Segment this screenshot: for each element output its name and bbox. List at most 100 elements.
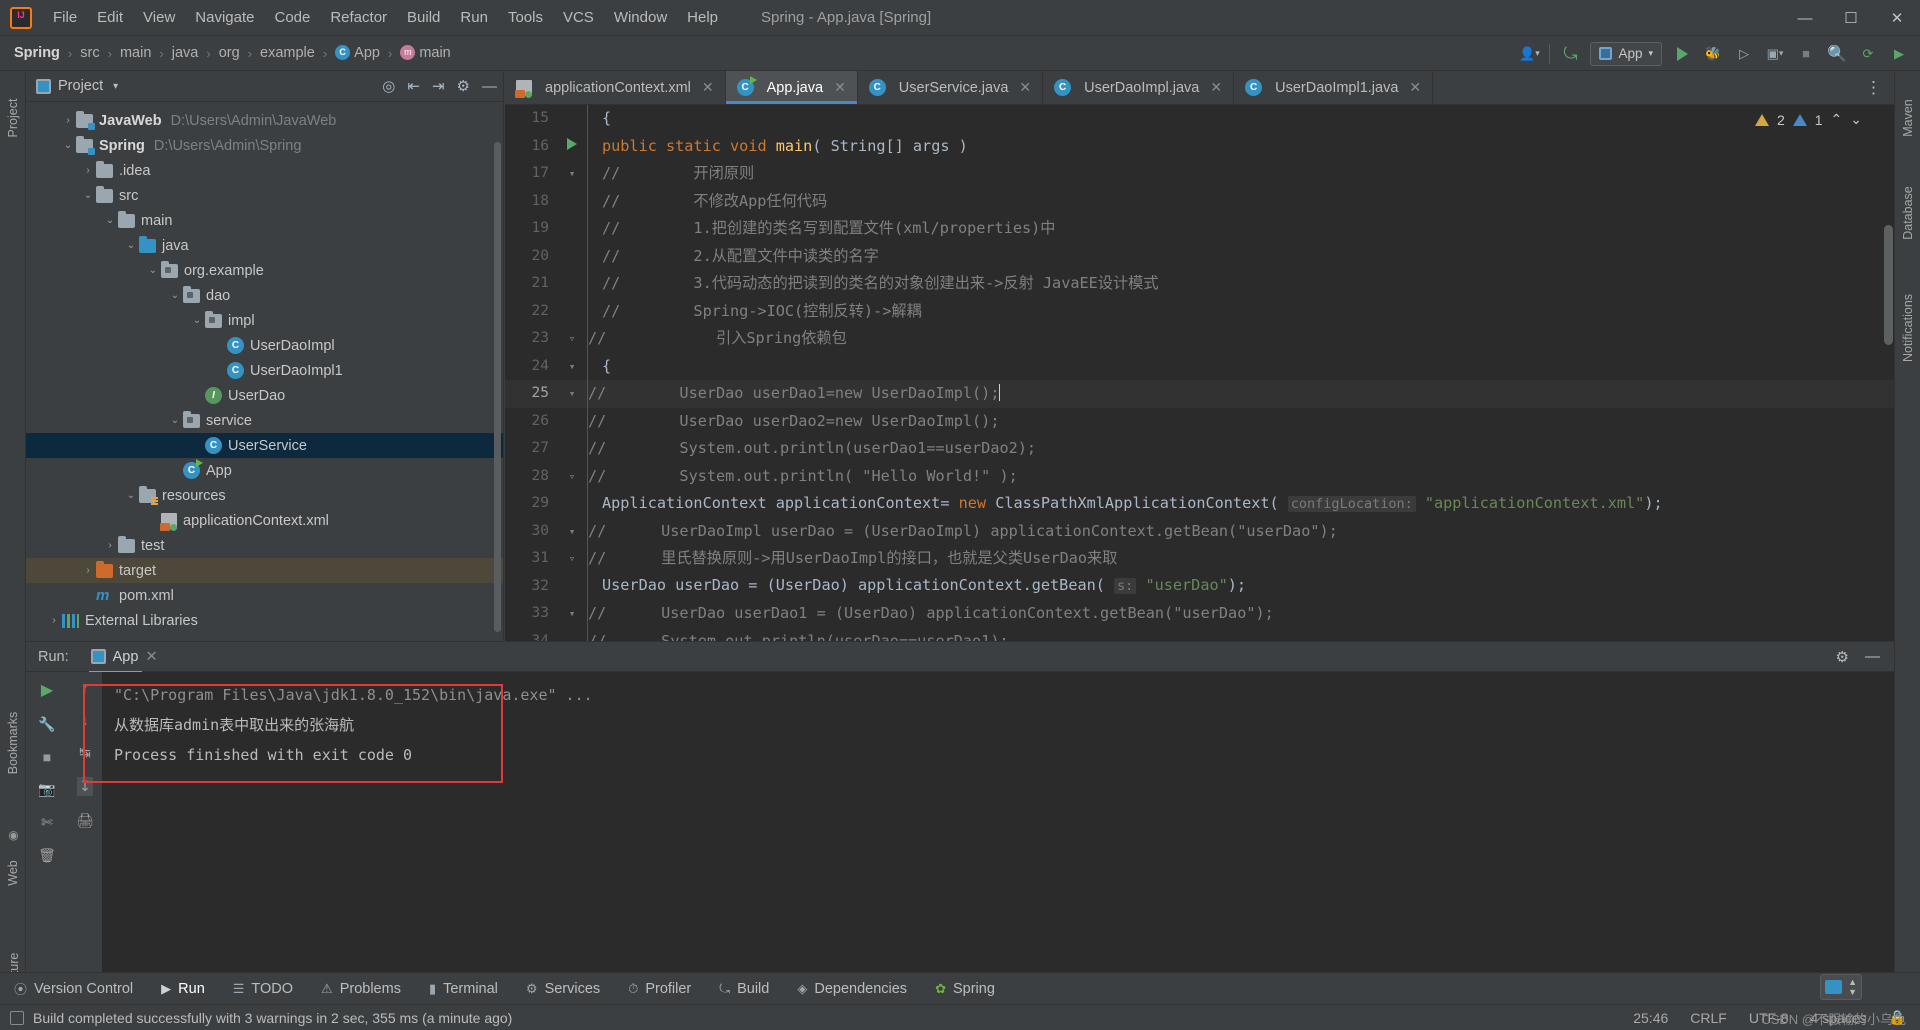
editor-tabs-overflow[interactable]: ⋮ xyxy=(1865,71,1894,104)
line-separator[interactable]: CRLF xyxy=(1690,1010,1727,1026)
hide-panel-icon[interactable]: — xyxy=(482,78,497,95)
bottom-tab-problems[interactable]: ⚠ Problems xyxy=(307,981,415,997)
scroll-down-icon[interactable]: ↓ xyxy=(82,712,89,728)
print-icon[interactable]: 🖨 xyxy=(76,812,94,829)
fold-icon[interactable]: ▿ xyxy=(557,463,587,491)
settings-gear-icon[interactable]: ⚙ xyxy=(1836,648,1849,666)
code-editor[interactable]: 2 1 ⌃ ⌄ 15 { 16 public static void main(… xyxy=(505,105,1894,641)
expand-arrow-icon[interactable]: › xyxy=(102,540,118,551)
bottom-tab-terminal[interactable]: ▮ Terminal xyxy=(415,981,512,997)
web-icon[interactable]: ◉ xyxy=(5,826,22,843)
tree-row-userdao[interactable]: UserDao xyxy=(26,383,503,408)
bottom-tab-profiler[interactable]: ⏱ Profiler xyxy=(614,981,705,997)
tree-row-javaweb[interactable]: › JavaWeb D:\Users\Admin\JavaWeb xyxy=(26,108,503,133)
tab-userdaoimpl-java[interactable]: UserDaoImpl.java ✕ xyxy=(1043,71,1235,104)
minimize-icon[interactable]: — xyxy=(1865,648,1880,666)
chevron-down-icon[interactable]: ▾ xyxy=(113,81,118,92)
strip-database-label[interactable]: Database xyxy=(1901,179,1915,247)
menu-item-view[interactable]: View xyxy=(134,5,184,30)
bottom-tab-dependencies[interactable]: ◈ Dependencies xyxy=(783,981,921,997)
close-icon[interactable]: ✕ xyxy=(702,79,714,96)
tree-row-org-example[interactable]: ⌄ org.example xyxy=(26,258,503,283)
run-green-icon[interactable]: ▶ xyxy=(1888,43,1910,65)
tree-row-applicationcontext-xml[interactable]: applicationContext.xml xyxy=(26,508,503,533)
menu-item-vcs[interactable]: VCS xyxy=(554,5,603,30)
trash-icon[interactable]: 🗑 xyxy=(38,847,56,864)
expand-icon[interactable]: ⇥ xyxy=(432,77,445,95)
menu-item-navigate[interactable]: Navigate xyxy=(186,5,263,30)
user-icon[interactable]: 👤 ▾ xyxy=(1518,43,1540,65)
collapse-arrow-icon[interactable]: ⌄ xyxy=(189,315,205,326)
wrench-icon[interactable]: 🔧 xyxy=(38,716,55,733)
minimize-button[interactable]: — xyxy=(1782,0,1828,36)
run-icon[interactable] xyxy=(1671,43,1693,65)
layout-switcher[interactable]: ▲ ▼ xyxy=(1820,974,1862,1000)
tree-row-service[interactable]: ⌄ service xyxy=(26,408,503,433)
breadcrumb-main-method[interactable]: main xyxy=(396,43,454,63)
close-icon[interactable]: ✕ xyxy=(1409,79,1421,96)
build-hammer-icon[interactable]: ⤿ xyxy=(1559,43,1581,65)
tab-applicationcontext-xml[interactable]: applicationContext.xml ✕ xyxy=(505,71,726,104)
menu-item-window[interactable]: Window xyxy=(605,5,676,30)
bottom-tab-spring[interactable]: ✿ Spring xyxy=(921,981,1009,997)
camera-icon[interactable]: 📷 xyxy=(38,781,55,798)
fold-icon[interactable]: ▾ xyxy=(557,353,587,381)
strip-web-label[interactable]: Web xyxy=(6,842,20,904)
breadcrumb-example[interactable]: example xyxy=(256,43,319,63)
tree-row-userservice[interactable]: UserService xyxy=(26,433,503,458)
tree-row-idea[interactable]: › .idea xyxy=(26,158,503,183)
tree-row-target[interactable]: › target xyxy=(26,558,503,583)
collapse-all-icon[interactable]: ⇤ xyxy=(407,77,420,95)
pin-icon[interactable]: ✄ xyxy=(41,814,53,831)
menu-item-help[interactable]: Help xyxy=(678,5,727,30)
close-button[interactable]: ✕ xyxy=(1874,0,1920,36)
settings-gear-icon[interactable]: ⚙ xyxy=(457,77,470,95)
tree-row-spring[interactable]: ⌄ Spring D:\Users\Admin\Spring xyxy=(26,133,503,158)
soft-wrap-icon[interactable]: ↹ xyxy=(79,744,91,761)
scroll-up-icon[interactable]: ↑ xyxy=(82,680,89,696)
next-problem-icon[interactable]: ⌄ xyxy=(1850,111,1862,128)
tab-app-java[interactable]: App.java ✕ xyxy=(725,71,858,104)
collapse-arrow-icon[interactable]: ⌄ xyxy=(102,215,118,226)
fold-icon[interactable]: ▿ xyxy=(557,325,587,353)
bottom-tab-services[interactable]: ⚙ Services xyxy=(512,981,614,997)
stop-icon[interactable]: ■ xyxy=(43,749,51,765)
tree-row-dao[interactable]: ⌄ dao xyxy=(26,283,503,308)
tree-row-userdaoimpl[interactable]: UserDaoImpl xyxy=(26,333,503,358)
breadcrumb-app[interactable]: App xyxy=(331,43,384,63)
tree-row-pom-xml[interactable]: m pom.xml xyxy=(26,583,503,608)
profiler-icon[interactable]: ▣ ▾ xyxy=(1764,43,1786,65)
breadcrumb-org[interactable]: org xyxy=(215,43,244,63)
tree-row-test[interactable]: › test xyxy=(26,533,503,558)
collapse-arrow-icon[interactable]: ⌄ xyxy=(60,140,76,151)
close-icon[interactable]: ✕ xyxy=(834,79,846,96)
menu-item-tools[interactable]: Tools xyxy=(499,5,552,30)
tree-row-resources[interactable]: ⌄ resources xyxy=(26,483,503,508)
expand-arrow-icon[interactable]: › xyxy=(80,165,96,176)
collapse-arrow-icon[interactable]: ⌄ xyxy=(80,190,96,201)
locate-icon[interactable]: ◎ xyxy=(382,77,395,95)
run-with-coverage-icon[interactable]: ▷ xyxy=(1733,43,1755,65)
breadcrumb-java[interactable]: java xyxy=(168,43,203,63)
rerun-icon[interactable]: ▶ xyxy=(41,680,53,700)
collapse-arrow-icon[interactable]: ⌄ xyxy=(167,290,183,301)
menu-item-build[interactable]: Build xyxy=(398,5,449,30)
tree-row-userdaoimpl1[interactable]: UserDaoImpl1 xyxy=(26,358,503,383)
menu-item-code[interactable]: Code xyxy=(265,5,319,30)
maximize-button[interactable]: ☐ xyxy=(1828,0,1874,36)
tab-userservice-java[interactable]: UserService.java ✕ xyxy=(858,71,1044,104)
close-icon[interactable]: ✕ xyxy=(145,649,157,665)
stop-icon[interactable]: ■ xyxy=(1795,43,1817,65)
menu-item-file[interactable]: File xyxy=(44,5,86,30)
collapse-arrow-icon[interactable]: ⌄ xyxy=(123,490,139,501)
breadcrumb-src[interactable]: src xyxy=(76,43,103,63)
strip-notifications-label[interactable]: Notifications xyxy=(1901,284,1915,372)
menu-item-run[interactable]: Run xyxy=(451,5,497,30)
fold-icon[interactable]: ▾ xyxy=(557,160,587,188)
update-project-icon[interactable]: ⟳ xyxy=(1857,43,1879,65)
inspection-widget[interactable]: 2 1 ⌃ ⌄ xyxy=(1754,111,1862,128)
breadcrumb-spring[interactable]: Spring xyxy=(10,43,64,63)
tree-row-main[interactable]: ⌄ main xyxy=(26,208,503,233)
strip-bookmarks-label[interactable]: Bookmarks xyxy=(6,705,20,781)
collapse-arrow-icon[interactable]: ⌄ xyxy=(145,265,161,276)
